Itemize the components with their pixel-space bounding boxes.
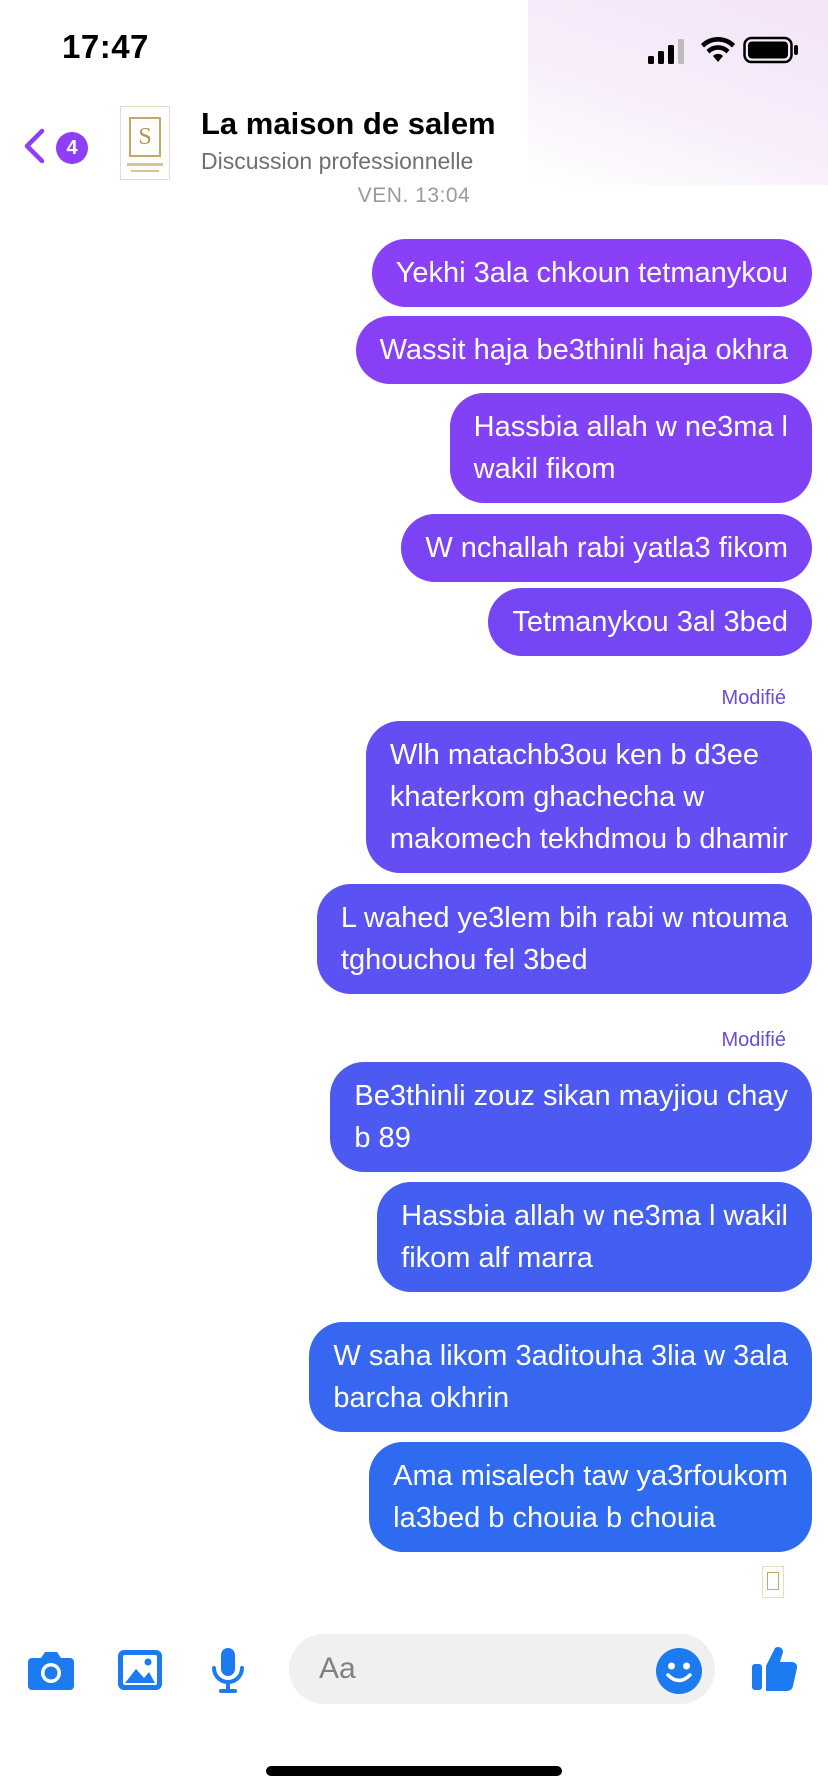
message-text: Ama misalech taw ya3rfoukom bbox=[393, 1460, 788, 1492]
logo-text-line bbox=[131, 170, 159, 172]
battery-icon bbox=[743, 36, 798, 64]
home-indicator bbox=[266, 1766, 562, 1776]
message-text: barcha okhrin bbox=[333, 1382, 510, 1414]
back-button[interactable]: 4 bbox=[22, 122, 88, 168]
edited-label: Modifié bbox=[721, 687, 786, 709]
camera-icon[interactable] bbox=[28, 1650, 74, 1690]
message-text: Yekhi 3ala chkoun tetmanykou bbox=[395, 257, 788, 289]
logo-text-line bbox=[127, 163, 163, 166]
message-text: W nchallah rabi yatla3 fikom bbox=[425, 532, 788, 564]
contact-subtitle: Discussion professionnelle bbox=[201, 148, 474, 174]
composer-bar bbox=[0, 1620, 828, 1720]
edited-label: Modifié bbox=[721, 1029, 786, 1051]
message-bubble[interactable]: Wassit haja be3thinli haja okhra bbox=[355, 316, 812, 384]
avatar[interactable]: S bbox=[120, 106, 170, 180]
chat-header: 4 S La maison de salem Discussion profes… bbox=[0, 100, 828, 190]
message-text: khaterkom ghachecha w bbox=[389, 781, 705, 813]
read-receipt-avatar bbox=[762, 1566, 784, 1598]
message-text: la3bed b chouia b chouia bbox=[393, 1502, 716, 1534]
status-bar: 17:47 bbox=[0, 0, 828, 100]
message-text: L wahed ye3lem bih rabi w ntouma bbox=[340, 902, 788, 934]
message-text: b 89 bbox=[354, 1122, 411, 1154]
chevron-left-icon bbox=[24, 128, 45, 164]
thumbs-up-icon[interactable] bbox=[752, 1644, 798, 1692]
message-input[interactable] bbox=[289, 1634, 715, 1704]
microphone-icon[interactable] bbox=[210, 1648, 246, 1694]
message-bubble[interactable]: Hassbia allah w ne3ma l wakil fikom alf m… bbox=[377, 1182, 812, 1292]
gallery-icon[interactable] bbox=[118, 1650, 162, 1690]
message-text: Tetmanykou 3al 3bed bbox=[512, 606, 788, 638]
signal-icon bbox=[648, 39, 684, 64]
message-text: Wassit haja be3thinli haja okhra bbox=[379, 334, 788, 366]
message-bubble[interactable]: Wlh matachb3ou ken b d3ee khaterkom ghach… bbox=[365, 721, 812, 873]
message-bubble[interactable]: Yekhi 3ala chkoun tetmanykou bbox=[371, 239, 812, 307]
message-timestamp: VEN. 13:04 bbox=[357, 184, 471, 207]
message-bubble[interactable]: W saha likom 3aditouha 3lia w 3ala barcha… bbox=[309, 1322, 812, 1432]
wifi-icon bbox=[701, 36, 735, 62]
status-time: 17:47 bbox=[62, 28, 149, 65]
message-bubble[interactable]: W nchallah rabi yatla3 fikom bbox=[401, 514, 812, 582]
message-text: Hassbia allah w ne3ma l bbox=[473, 411, 788, 443]
message-bubble[interactable]: Be3thinli zouz sikan mayjiou chay b 89 bbox=[330, 1062, 812, 1172]
message-text: Be3thinli zouz sikan mayjiou chay bbox=[354, 1080, 788, 1112]
unread-badge: 4 bbox=[56, 132, 88, 164]
message-text: fikom alf marra bbox=[401, 1242, 593, 1274]
emoji-icon[interactable] bbox=[656, 1648, 702, 1694]
message-bubble[interactable]: L wahed ye3lem bih rabi w ntouma tghoucho… bbox=[316, 884, 812, 994]
message-bubble[interactable]: Ama misalech taw ya3rfoukom la3bed b chou… bbox=[369, 1442, 812, 1552]
message-bubble[interactable]: Tetmanykou 3al 3bed bbox=[488, 588, 812, 656]
message-text: W saha likom 3aditouha 3lia w 3ala bbox=[333, 1340, 788, 1372]
message-text: tghouchou fel 3bed bbox=[340, 944, 588, 976]
message-bubble[interactable]: Hassbia allah w ne3ma l wakil fikom bbox=[449, 393, 812, 503]
message-text: makomech tekhdmou b dhamir bbox=[389, 823, 788, 855]
message-text: Wlh matachb3ou ken b d3ee bbox=[389, 739, 760, 771]
message-text: wakil fikom bbox=[473, 453, 616, 485]
contact-name[interactable]: La maison de salem bbox=[201, 106, 496, 142]
avatar-logo: S bbox=[129, 117, 161, 157]
message-text: Hassbia allah w ne3ma l wakil bbox=[401, 1200, 788, 1232]
